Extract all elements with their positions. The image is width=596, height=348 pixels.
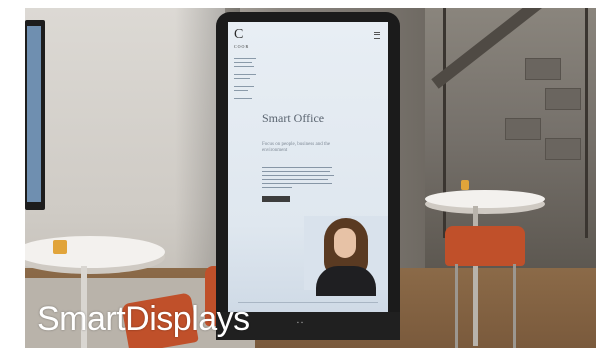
wall-panel [525, 58, 561, 80]
screen-title: Smart Office [262, 111, 325, 125]
nav-item [234, 58, 256, 59]
body-text-line [262, 179, 328, 180]
wall-panel [545, 138, 581, 160]
menu-icon [374, 32, 380, 39]
stool-leg [455, 264, 458, 348]
cta-button[interactable] [262, 196, 290, 202]
nav-item [234, 90, 248, 91]
person-torso [316, 266, 376, 296]
kiosk-screen: C COOR Smart Office Focus on people, bus… [228, 22, 388, 312]
wall-tv-screen [27, 26, 41, 202]
coor-logo: C [234, 27, 244, 42]
person-face [334, 228, 356, 258]
body-text-line [262, 183, 332, 184]
body-text-line [262, 167, 332, 168]
wall-panel [545, 88, 581, 110]
candle-holder-right [461, 180, 469, 190]
nav-item [234, 98, 252, 99]
caption-text: SmartDisplays [37, 300, 250, 338]
wall-tv [25, 20, 45, 210]
nav-item [234, 78, 250, 79]
orange-stool [445, 226, 525, 266]
nav-item [234, 62, 252, 63]
coor-wordmark: COOR [234, 44, 250, 49]
wall-panel [505, 118, 541, 140]
glass-frame [585, 8, 588, 238]
table-right [425, 190, 545, 208]
body-text-line [262, 187, 292, 188]
stool-leg [513, 264, 516, 348]
nav-item [234, 74, 256, 75]
footer-divider [238, 302, 378, 303]
body-text-line [262, 171, 330, 172]
screen-subtitle: Focus on people, business and the enviro… [262, 142, 331, 153]
nav-item [234, 86, 254, 87]
kiosk-brand-label: ▪ ▪ [297, 320, 304, 326]
candle-holder [53, 240, 67, 254]
nav-item [234, 66, 254, 67]
body-text-line [262, 175, 334, 176]
